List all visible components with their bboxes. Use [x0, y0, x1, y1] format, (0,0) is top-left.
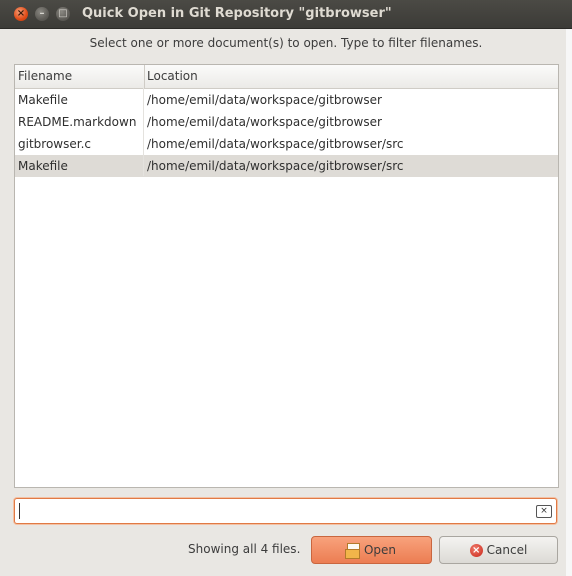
- status-text: Showing all 4 files.: [188, 542, 301, 556]
- close-icon[interactable]: ×: [14, 7, 28, 21]
- filter-input[interactable]: ×: [14, 498, 557, 524]
- column-header-filename[interactable]: Filename: [15, 65, 145, 88]
- instruction-text: Select one or more document(s) to open. …: [89, 36, 483, 50]
- window-title: Quick Open in Git Repository "gitbrowser…: [82, 6, 392, 21]
- background-window-edge: [566, 28, 572, 576]
- open-button[interactable]: Open: [311, 536, 432, 564]
- table-row-selected[interactable]: Makefile /home/emil/data/workspace/gitbr…: [15, 155, 558, 177]
- filename-cell: README.markdown: [18, 115, 137, 129]
- location-cell: /home/emil/data/workspace/gitbrowser: [147, 115, 382, 129]
- location-cell: /home/emil/data/workspace/gitbrowser/src: [147, 137, 404, 151]
- table-row[interactable]: README.markdown /home/emil/data/workspac…: [15, 111, 558, 133]
- filename-cell: Makefile: [18, 159, 68, 173]
- minimize-icon[interactable]: –: [35, 7, 49, 21]
- table-row[interactable]: gitbrowser.c /home/emil/data/workspace/g…: [15, 133, 558, 155]
- location-cell: /home/emil/data/workspace/gitbrowser/src: [147, 159, 404, 173]
- text-caret: [19, 503, 20, 519]
- open-button-label: Open: [363, 543, 397, 557]
- clear-text-icon[interactable]: ×: [536, 505, 552, 518]
- title-bar: × – □ Quick Open in Git Repository "gitb…: [0, 0, 572, 29]
- maximize-icon[interactable]: □: [56, 7, 70, 21]
- cancel-button-label: Cancel: [486, 543, 528, 557]
- column-header-location[interactable]: Location: [144, 65, 547, 88]
- file-list-header: Filename Location: [15, 65, 558, 89]
- table-row[interactable]: Makefile /home/emil/data/workspace/gitbr…: [15, 89, 558, 111]
- cancel-button[interactable]: × Cancel: [439, 536, 558, 564]
- column-divider: [143, 88, 144, 176]
- file-list[interactable]: Filename Location Makefile /home/emil/da…: [14, 64, 559, 488]
- location-cell: /home/emil/data/workspace/gitbrowser: [147, 93, 382, 107]
- filename-cell: Makefile: [18, 93, 68, 107]
- cancel-icon: ×: [469, 543, 483, 557]
- filename-cell: gitbrowser.c: [18, 137, 91, 151]
- open-document-icon: [344, 542, 360, 559]
